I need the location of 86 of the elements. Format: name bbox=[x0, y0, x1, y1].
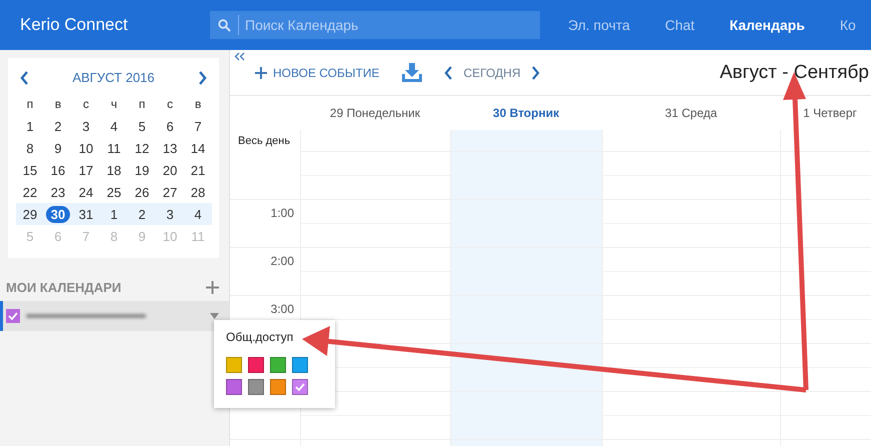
date-cell[interactable]: 21 bbox=[184, 159, 212, 181]
time-slot[interactable] bbox=[780, 344, 871, 392]
date-range-title: Август - Сентябр bbox=[720, 62, 870, 84]
date-cell[interactable]: 3 bbox=[72, 115, 100, 137]
time-slot[interactable] bbox=[602, 344, 780, 392]
calendar-item[interactable] bbox=[0, 301, 229, 331]
date-cell[interactable]: 11 bbox=[100, 137, 128, 159]
date-cell[interactable]: 23 bbox=[44, 181, 72, 203]
new-event-button[interactable]: НОВОЕ СОБЫТИЕ bbox=[255, 66, 380, 80]
date-cell[interactable]: 18 bbox=[100, 159, 128, 181]
day-header[interactable]: 1 Четверг bbox=[780, 96, 871, 130]
color-swatch[interactable] bbox=[226, 357, 242, 373]
date-cell[interactable]: 4 bbox=[184, 203, 212, 225]
calendar-checkbox[interactable] bbox=[6, 309, 20, 323]
color-swatch[interactable] bbox=[292, 379, 308, 395]
date-cell[interactable]: 7 bbox=[184, 115, 212, 137]
month-title: АВГУСТ 2016 bbox=[72, 70, 155, 85]
date-cell[interactable]: 26 bbox=[128, 181, 156, 203]
today-button[interactable]: СЕГОДНЯ bbox=[463, 66, 521, 80]
sharing-label: Общ.доступ bbox=[226, 330, 294, 344]
plus-icon bbox=[255, 66, 267, 78]
color-swatch[interactable] bbox=[270, 379, 286, 395]
hour-label: 1:00 bbox=[270, 206, 294, 220]
date-cell[interactable]: 19 bbox=[128, 159, 156, 181]
date-cell[interactable]: 2 bbox=[44, 115, 72, 137]
add-icon[interactable] bbox=[206, 280, 219, 294]
search-icon bbox=[218, 19, 231, 32]
date-cell[interactable]: 4 bbox=[100, 115, 128, 137]
color-swatch[interactable] bbox=[292, 357, 308, 373]
date-cell[interactable]: 2 bbox=[128, 203, 156, 225]
day-header[interactable]: 29 Понедельник bbox=[300, 96, 450, 130]
date-cell[interactable]: 31 bbox=[72, 203, 100, 225]
date-cell[interactable]: 1 bbox=[100, 203, 128, 225]
hour-label: 3:00 bbox=[270, 302, 294, 316]
date-cell[interactable]: 10 bbox=[72, 137, 100, 159]
date-cell[interactable]: 9 bbox=[44, 137, 72, 159]
color-swatch[interactable] bbox=[248, 379, 264, 395]
weekday-label: в bbox=[194, 96, 202, 113]
next-icon[interactable] bbox=[530, 66, 540, 80]
next-month-icon[interactable] bbox=[198, 70, 207, 84]
date-cell[interactable]: 14 bbox=[184, 137, 212, 159]
day-header[interactable]: 31 Среда bbox=[602, 96, 780, 130]
time-slot[interactable] bbox=[780, 248, 871, 296]
time-slot[interactable] bbox=[450, 344, 602, 392]
caret-icon[interactable] bbox=[210, 313, 219, 319]
date-cell[interactable]: 20 bbox=[156, 159, 184, 181]
search-field[interactable]: Поиск Календарь bbox=[210, 11, 540, 39]
date-cell[interactable]: 6 bbox=[156, 115, 184, 137]
color-swatch[interactable] bbox=[248, 357, 264, 373]
date-cell[interactable]: 24 bbox=[72, 181, 100, 203]
date-cell[interactable]: 17 bbox=[72, 159, 100, 181]
date-cell[interactable]: 28 bbox=[184, 181, 212, 203]
color-swatch[interactable] bbox=[226, 379, 242, 395]
date-cell[interactable]: 22 bbox=[16, 181, 44, 203]
time-slot[interactable] bbox=[780, 152, 871, 200]
day-header[interactable]: 30 Вторник bbox=[450, 96, 602, 130]
date-cell[interactable]: 15 bbox=[16, 159, 44, 181]
app-title: Kerio Connect bbox=[19, 15, 129, 35]
weekday-label: ч bbox=[110, 96, 118, 113]
time-slot[interactable] bbox=[780, 296, 871, 344]
date-cell[interactable]: 8 bbox=[16, 137, 44, 159]
collapse-icon[interactable] bbox=[234, 52, 245, 61]
weekday-label: с bbox=[82, 96, 90, 113]
date-cell[interactable]: 3 bbox=[156, 203, 184, 225]
hour-label: 2:00 bbox=[270, 254, 294, 268]
previous-icon[interactable] bbox=[444, 66, 454, 80]
date-cell[interactable]: 1 bbox=[16, 115, 44, 137]
date-cell[interactable]: 27 bbox=[156, 181, 184, 203]
nav-tab[interactable]: Календарь bbox=[730, 17, 805, 33]
weekday-label: в bbox=[54, 96, 62, 113]
time-slot[interactable] bbox=[780, 200, 871, 248]
date-cell[interactable]: 16 bbox=[44, 159, 72, 181]
date-cell[interactable]: 29 bbox=[16, 203, 44, 225]
weekday-label: с bbox=[166, 96, 174, 113]
download-icon[interactable] bbox=[401, 62, 424, 82]
date-cell[interactable]: 30 bbox=[44, 203, 72, 225]
section-heading: МОИ КАЛЕНДАРИ bbox=[6, 280, 122, 294]
date-cell[interactable]: 5 bbox=[128, 115, 156, 137]
previous-month-icon[interactable] bbox=[20, 70, 29, 84]
all-day-label: Весь день bbox=[237, 134, 292, 149]
date-cell[interactable]: 25 bbox=[100, 181, 128, 203]
color-swatch[interactable] bbox=[270, 357, 286, 373]
date-cell[interactable]: 12 bbox=[128, 137, 156, 159]
weekday-label: п bbox=[26, 96, 34, 113]
weekday-label: п bbox=[138, 96, 146, 113]
date-cell[interactable]: 13 bbox=[156, 137, 184, 159]
